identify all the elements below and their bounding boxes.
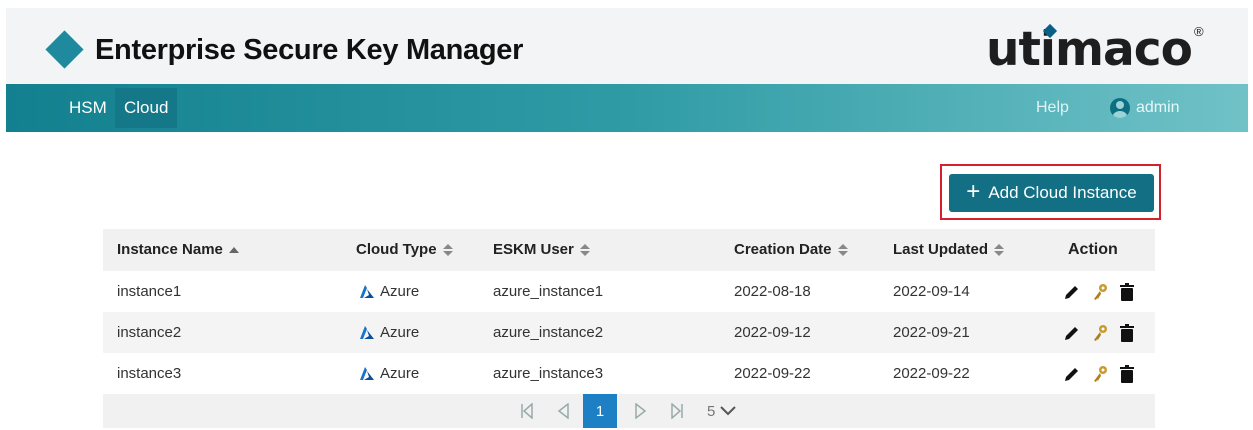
key-icon[interactable]	[1091, 365, 1109, 383]
instance-name: instance1	[117, 283, 182, 300]
instance-name: instance3	[117, 365, 182, 382]
add-button-label: Add Cloud Instance	[988, 183, 1137, 202]
cloud-type: Azure	[359, 353, 419, 394]
azure-icon	[360, 325, 374, 339]
brand-name: utimaco	[986, 22, 1193, 77]
last-updated: 2022-09-21	[893, 324, 970, 341]
next-page-icon[interactable]	[631, 394, 651, 428]
creation-date: 2022-09-22	[734, 365, 811, 382]
creation-date: 2022-08-18	[734, 283, 811, 300]
column-header-eskm-user[interactable]: ESKM User	[493, 229, 590, 271]
row-actions	[1063, 353, 1135, 394]
column-header-last-updated[interactable]: Last Updated	[893, 229, 1005, 271]
app-header: Enterprise Secure Key Manager utimaco ®	[6, 8, 1248, 84]
current-page-button[interactable]: 1	[583, 394, 617, 428]
sort-icon	[579, 243, 590, 257]
page-size-select[interactable]: 5	[707, 394, 737, 428]
last-updated: 2022-09-14	[893, 283, 970, 300]
pagination-bar: 1 5	[103, 394, 1155, 428]
nav-item-cloud[interactable]: Cloud	[115, 88, 178, 128]
plus-icon: +	[966, 178, 981, 205]
first-page-icon[interactable]	[517, 394, 537, 428]
column-header-cloud-type[interactable]: Cloud Type	[356, 229, 453, 271]
user-menu[interactable]: admin	[1110, 84, 1180, 132]
last-page-icon[interactable]	[667, 394, 687, 428]
table-row: instance3 Azure azure_instance3 2022-09-…	[103, 353, 1155, 394]
nav-item-hsm[interactable]: HSM	[62, 84, 114, 132]
sort-icon	[837, 243, 848, 257]
brand-registered-mark: ®	[1194, 24, 1204, 39]
delete-trash-icon[interactable]	[1119, 282, 1135, 301]
instances-table: Instance Name Cloud Type ESKM User Creat…	[103, 229, 1155, 428]
instance-name: instance2	[117, 324, 182, 341]
azure-icon	[360, 366, 374, 380]
user-name: admin	[1136, 99, 1180, 116]
edit-pencil-icon[interactable]	[1063, 365, 1081, 383]
add-cloud-instance-button[interactable]: + Add Cloud Instance	[949, 174, 1154, 212]
last-updated: 2022-09-22	[893, 365, 970, 382]
help-link[interactable]: Help	[1036, 84, 1069, 132]
eskm-user: azure_instance2	[493, 324, 604, 341]
table-header: Instance Name Cloud Type ESKM User Creat…	[103, 229, 1155, 271]
sort-ascending-icon	[228, 245, 239, 255]
column-header-creation-date[interactable]: Creation Date	[734, 229, 848, 271]
column-header-instance-name[interactable]: Instance Name	[117, 229, 239, 271]
key-icon[interactable]	[1091, 283, 1109, 301]
page-size-value: 5	[707, 402, 716, 420]
row-actions	[1063, 271, 1135, 312]
edit-pencil-icon[interactable]	[1063, 283, 1081, 301]
chevron-down-icon	[720, 406, 737, 416]
column-header-action: Action	[1068, 241, 1118, 258]
add-button-highlight: + Add Cloud Instance	[940, 164, 1161, 220]
cloud-type: Azure	[359, 312, 419, 353]
eskm-user: azure_instance3	[493, 365, 604, 382]
app-title: Enterprise Secure Key Manager	[95, 34, 524, 66]
sort-icon	[994, 243, 1005, 257]
cloud-type: Azure	[359, 271, 419, 312]
user-icon	[1110, 98, 1130, 118]
sort-icon	[442, 243, 453, 257]
delete-trash-icon[interactable]	[1119, 323, 1135, 342]
table-row: instance2 Azure azure_instance2 2022-09-…	[103, 312, 1155, 353]
eskm-user: azure_instance1	[493, 283, 604, 300]
delete-trash-icon[interactable]	[1119, 364, 1135, 383]
table-row: instance1 Azure azure_instance1 2022-08-…	[103, 271, 1155, 312]
nav-bar: HSM Cloud Help admin	[6, 84, 1248, 132]
edit-pencil-icon[interactable]	[1063, 324, 1081, 342]
azure-icon	[360, 284, 374, 298]
row-actions	[1063, 312, 1135, 353]
key-icon[interactable]	[1091, 324, 1109, 342]
creation-date: 2022-09-12	[734, 324, 811, 341]
previous-page-icon[interactable]	[553, 394, 573, 428]
app-logo-icon	[45, 30, 84, 69]
